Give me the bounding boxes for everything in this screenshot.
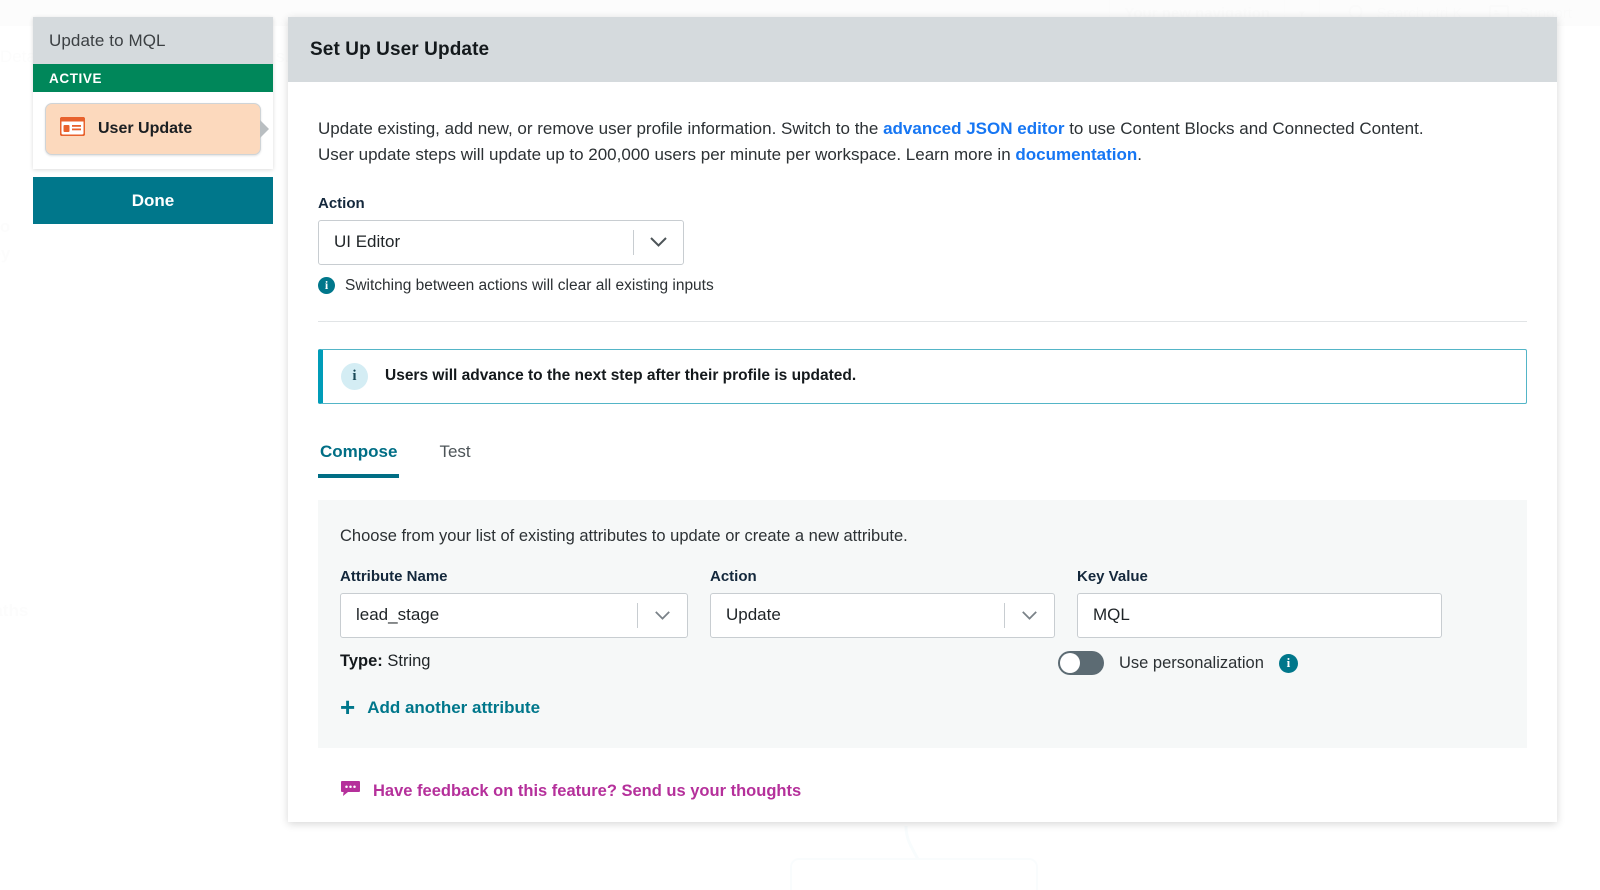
feedback-link[interactable]: Have feedback on this feature? Send us y… xyxy=(340,780,801,803)
info-icon: i xyxy=(318,277,335,294)
app-root: Your new navigation ▾ Search ctrl K xyxy=(0,0,1600,890)
tabs: Compose Test xyxy=(318,432,1527,478)
chevron-down-icon[interactable] xyxy=(1005,594,1054,637)
setup-modal: Set Up User Update Update existing, add … xyxy=(288,17,1557,822)
key-value-field-wrapper[interactable] xyxy=(1077,593,1442,638)
use-personalization-label: Use personalization xyxy=(1119,654,1264,673)
chevron-down-icon[interactable] xyxy=(638,594,687,637)
chip-pointer-icon xyxy=(260,120,269,138)
modal-body: Update existing, add new, or remove user… xyxy=(288,82,1557,803)
attributes-panel: Choose from your list of existing attrib… xyxy=(318,500,1527,748)
action-field-label: Action xyxy=(318,195,1527,212)
attributes-description: Choose from your list of existing attrib… xyxy=(340,527,1505,546)
status-badge: ACTIVE xyxy=(33,64,273,92)
chevron-down-icon[interactable] xyxy=(634,221,683,264)
action-hint: i Switching between actions will clear a… xyxy=(318,277,1527,295)
step-card-title: Update to MQL xyxy=(33,17,273,64)
attribute-type-label: Type: xyxy=(340,652,383,670)
action-select-value: UI Editor xyxy=(319,232,400,252)
attribute-type-row: Type: String xyxy=(340,652,688,671)
tab-compose[interactable]: Compose xyxy=(318,432,399,478)
attribute-name-select[interactable]: lead_stage xyxy=(340,593,688,638)
action-select[interactable]: UI Editor xyxy=(318,220,684,265)
plus-icon: + xyxy=(340,699,355,715)
step-chip-label: User Update xyxy=(98,120,192,138)
tab-test[interactable]: Test xyxy=(437,432,472,478)
page-title: Set Up User Update xyxy=(310,39,489,61)
action-hint-text: Switching between actions will clear all… xyxy=(345,277,714,295)
attribute-action-value: Update xyxy=(711,605,781,625)
attribute-key-value-label: Key Value xyxy=(1077,568,1442,585)
intro-text-part3: . xyxy=(1137,145,1142,164)
intro-paragraph: Update existing, add new, or remove user… xyxy=(318,116,1443,169)
attribute-action-select[interactable]: Update xyxy=(710,593,1055,638)
step-chip-user-update[interactable]: User Update xyxy=(45,103,261,155)
divider xyxy=(318,321,1527,322)
advanced-json-editor-link[interactable]: advanced JSON editor xyxy=(883,119,1064,138)
attribute-name-value: lead_stage xyxy=(341,605,439,625)
documentation-link[interactable]: documentation xyxy=(1015,145,1137,164)
advance-callout: i Users will advance to the next step af… xyxy=(318,349,1527,404)
user-card-icon xyxy=(60,117,85,141)
modal-header: Set Up User Update xyxy=(288,17,1557,82)
attribute-name-column: Attribute Name lead_stage Type: xyxy=(340,568,688,671)
toggle-knob xyxy=(1060,653,1080,673)
attribute-type: Type: String xyxy=(340,652,430,671)
feedback-label: Have feedback on this feature? Send us y… xyxy=(373,782,801,801)
step-card-body: User Update xyxy=(33,92,273,169)
attribute-name-label: Attribute Name xyxy=(340,568,688,585)
add-another-attribute-button[interactable]: + Add another attribute xyxy=(340,698,540,718)
info-icon: i xyxy=(341,363,368,390)
use-personalization-toggle[interactable] xyxy=(1058,651,1104,675)
key-value-input[interactable] xyxy=(1078,594,1441,637)
attribute-action-label: Action xyxy=(710,568,1055,585)
attribute-type-value: String xyxy=(387,652,430,670)
advance-callout-text: Users will advance to the next step afte… xyxy=(385,367,856,385)
info-icon[interactable]: i xyxy=(1279,654,1298,673)
add-another-attribute-label: Add another attribute xyxy=(367,698,540,718)
attribute-row: Attribute Name lead_stage Type: xyxy=(340,568,1505,671)
attribute-action-column: Action Update xyxy=(710,568,1055,671)
chat-bubble-icon xyxy=(340,780,361,803)
done-button[interactable]: Done xyxy=(33,177,273,224)
step-card: Update to MQL ACTIVE User Update xyxy=(33,17,273,169)
intro-text-part1: Update existing, add new, or remove user… xyxy=(318,119,883,138)
personalization-row: Use personalization i xyxy=(1058,651,1298,675)
